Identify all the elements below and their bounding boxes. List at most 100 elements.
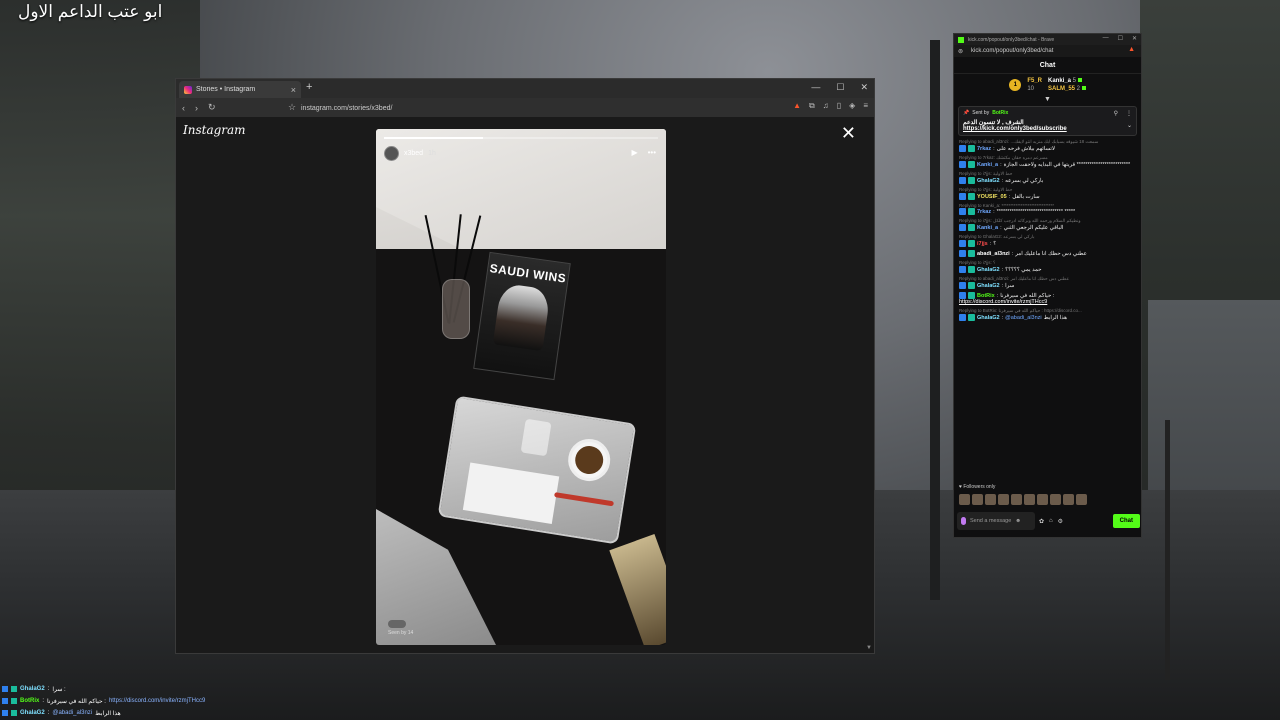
send-chat-button[interactable]: Chat — [1112, 514, 1140, 528]
wallet-icon[interactable]: ◈ — [849, 101, 855, 111]
chat-message-link[interactable]: https://discord.com/invite/rzmjTHcc9 — [959, 299, 1136, 305]
emote-icon[interactable] — [972, 494, 983, 505]
play-icon[interactable]: ▶ — [631, 148, 637, 157]
sidebar-icon[interactable]: ▯ — [837, 101, 841, 111]
story-viewer[interactable]: SAUDI WINS x3bed 1h ▶ ••• Seen by 14 — [376, 129, 666, 645]
emote-icon[interactable] — [1024, 494, 1035, 505]
tab-close-icon[interactable]: × — [291, 85, 296, 95]
overlay-chat-line: BotRix : حياكم الله في سيرفرنا : https:/… — [2, 695, 205, 707]
chat-username[interactable]: 7rkaz — [977, 209, 991, 215]
chat-username[interactable]: 7rkaz — [977, 146, 991, 152]
bookmark-icon[interactable]: ☆ — [288, 102, 296, 113]
more-options-icon[interactable]: ••• — [648, 148, 656, 157]
chat-username[interactable]: abadi_al3nzi — [977, 251, 1010, 257]
story-close-icon[interactable]: ✕ — [841, 123, 856, 144]
chat-username[interactable]: i7jjs — [977, 241, 988, 247]
message-line: i7jjs: ؟ — [959, 240, 1136, 247]
user-badge-icon — [959, 208, 966, 215]
stream-overlay-chat: GhalaG2 : سرا : BotRix : حياكم الله في س… — [2, 683, 205, 719]
emote-icon[interactable] — [998, 494, 1009, 505]
instagram-logo[interactable]: Instagram — [183, 123, 246, 137]
back-button[interactable]: ‹ — [182, 103, 185, 113]
store-icon[interactable]: ⌂ — [1049, 518, 1053, 525]
chat-message: BotRix: حياكم الله في سيرفرنا : https://… — [959, 292, 1136, 305]
emote-bar — [959, 494, 1087, 505]
emote-icon[interactable] — [985, 494, 996, 505]
leader-name[interactable]: F5_R — [1027, 78, 1042, 84]
subscriber-badge-icon — [11, 698, 17, 704]
leaderboard-col-2: Kanki_a 5 SALM_55 2 — [1048, 78, 1086, 92]
pinned-link[interactable]: https://kick.com/only3bed/subscribe — [963, 126, 1132, 132]
media-icon[interactable]: ♫ — [823, 101, 829, 111]
chat-username[interactable]: YOUSIF_05 — [977, 194, 1007, 200]
avatar[interactable] — [384, 146, 399, 161]
chat-message-input[interactable]: Send a message ☻ — [957, 512, 1035, 530]
emote-icon[interactable] — [959, 494, 970, 505]
close-window-button[interactable]: ✕ — [860, 82, 868, 93]
message-line: BotRix: حياكم الله في سيرفرنا : — [959, 292, 1136, 299]
new-tab-button[interactable]: + — [306, 81, 312, 93]
chat-address-bar[interactable]: ⊚ kick.com/popout/only3bed/chat ▲ — [954, 45, 1141, 57]
address-bar[interactable]: instagram.com/stories/x3bed/ — [301, 101, 691, 115]
minimize-button[interactable]: — — [811, 82, 820, 93]
tab-instagram-stories[interactable]: Stories • Instagram × — [179, 81, 301, 98]
chat-username[interactable]: GhalaG2 — [977, 267, 1000, 273]
seen-by[interactable]: Seen by 14 — [388, 620, 413, 636]
unpin-icon[interactable]: ⚲ — [1114, 110, 1118, 117]
message-line: YOUSIF_05: سارت بالقل — [959, 193, 1136, 200]
pinned-bot-name[interactable]: BotRix — [992, 110, 1008, 116]
message-line: Kanki_a: قريتها في البدايه ولاحقت الجازة… — [959, 161, 1136, 168]
scroll-down-icon[interactable]: ▼ — [866, 645, 872, 651]
more-options-icon[interactable]: ⋮ — [1126, 110, 1132, 117]
pinned-actions: ⚲ ⋮ — [1114, 110, 1132, 117]
brave-shields-icon[interactable]: ▲ — [1128, 46, 1135, 53]
maximize-button[interactable]: ☐ — [1118, 35, 1123, 42]
chat-username[interactable]: GhalaG2 — [977, 178, 1000, 184]
book-title: SAUDI WINS — [488, 261, 568, 286]
emoji-icon[interactable]: ☻ — [1015, 518, 1021, 524]
subscriber-badge-icon — [968, 266, 975, 273]
emote-icon[interactable] — [1011, 494, 1022, 505]
subscriber-badge-icon — [968, 240, 975, 247]
emote-icon[interactable] — [1037, 494, 1048, 505]
expand-leaderboard-icon[interactable]: ▼ — [954, 96, 1141, 103]
pin-icon: 📌 — [963, 110, 970, 116]
chat-username[interactable]: GhalaG2 — [977, 283, 1000, 289]
user-badge-icon — [959, 282, 966, 289]
chat-username[interactable]: BotRix — [977, 293, 995, 299]
chat-input-row: Send a message ☻ ✿ ⌂ ⚙ Chat — [957, 511, 1140, 531]
chat-username[interactable]: Kanki_a — [977, 225, 998, 231]
emote-icon[interactable] — [1050, 494, 1061, 505]
forward-button[interactable]: › — [195, 103, 198, 113]
chevron-down-icon[interactable]: ⌄ — [1127, 122, 1132, 129]
brave-shields-icon[interactable]: ▲ — [793, 101, 801, 111]
chat-username[interactable]: GhalaG2 — [977, 315, 1000, 321]
minimize-button[interactable]: — — [1103, 35, 1109, 42]
leaderboard-badge: 1 — [1009, 79, 1022, 91]
chat-url: kick.com/popout/only3bed/chat — [971, 48, 1054, 54]
menu-icon[interactable]: ≡ — [863, 101, 868, 111]
close-window-button[interactable]: ✕ — [1132, 35, 1137, 42]
story-username[interactable]: x3bed — [404, 150, 423, 157]
toolbar-extensions: ▲ ⧉ ♫ ▯ ◈ ≡ — [793, 101, 868, 111]
maximize-button[interactable]: ☐ — [836, 82, 844, 93]
pinned-message: 📌 Sent by BotRix ⚲ ⋮ الشرف , لا تنسون ال… — [958, 106, 1137, 136]
chat-message-text: ؟ — [993, 240, 997, 247]
gear-icon[interactable]: ⚙ — [1058, 518, 1063, 525]
pinned-header: 📌 Sent by BotRix — [963, 110, 1132, 116]
leader-name[interactable]: Kanki_a — [1048, 78, 1071, 84]
emote-icon[interactable] — [1076, 494, 1087, 505]
subscriber-badge-icon — [968, 282, 975, 289]
gift-icon[interactable]: ✿ — [1039, 518, 1044, 525]
chat-message: Replying to GhalaG2: باركي لي بسرعه i7jj… — [959, 234, 1136, 247]
leader-name[interactable]: SALM_55 — [1048, 86, 1075, 92]
reload-button[interactable]: ↻ — [208, 102, 216, 113]
chat-tools: ✿ ⌂ ⚙ — [1039, 518, 1063, 525]
chat-mention[interactable]: @abadi_al3nzi — [1005, 315, 1041, 321]
message-line: GhalaG2: سرا — [959, 282, 1136, 289]
extensions-icon[interactable]: ⧉ — [809, 101, 815, 111]
chat-username[interactable]: Kanki_a — [977, 162, 998, 168]
leaderboard: 1 F5_R 10 Kanki_a 5 SALM_55 2 — [954, 74, 1141, 96]
emote-icon[interactable] — [1063, 494, 1074, 505]
subscriber-badge-icon — [968, 161, 975, 168]
